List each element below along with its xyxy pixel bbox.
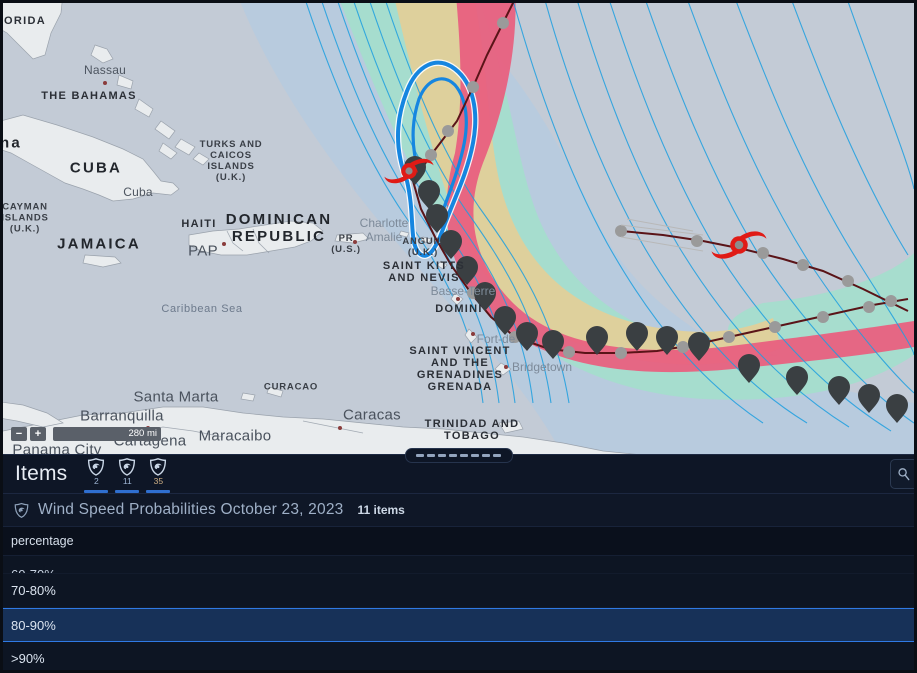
hurricane-shield-icon [88, 458, 105, 476]
row-percentage-label: >90% [11, 651, 45, 666]
map-scale-bar: 280 mi [53, 427, 161, 441]
hurricane-shield-icon [14, 502, 29, 518]
row-percentage-label: 80-90% [11, 617, 56, 633]
search-button[interactable] [890, 459, 914, 489]
dot-caracas [338, 426, 342, 430]
map-canvas [3, 3, 914, 455]
tab-hurricane-2[interactable]: 2 [81, 455, 111, 493]
layer-group-row[interactable]: Wind Speed Probabilities October 23, 202… [3, 494, 914, 527]
table-row[interactable]: >90% [3, 642, 914, 670]
column-header-percentage: percentage [11, 534, 74, 548]
dot-pap [222, 242, 226, 246]
table-row[interactable]: 70-80% [3, 574, 914, 608]
panel-resize-handle[interactable] [404, 448, 513, 463]
tab-active-indicator [84, 490, 109, 493]
zoom-out-button[interactable]: − [11, 427, 27, 441]
dot-fort-de-france [471, 332, 475, 336]
tab-active-indicator [146, 490, 171, 493]
row-percentage-label: 70-80% [11, 583, 56, 598]
panel-title: Items [15, 462, 68, 485]
items-panel: Items 2 11 35 Wind Speed Probabilities Oct… [3, 448, 914, 670]
dot-charlotte-amalie [353, 240, 357, 244]
map-zoom-controls[interactable]: − + [11, 427, 46, 441]
table-row[interactable]: 80-90% [3, 608, 914, 642]
row-percentage-label: 60-70% [11, 567, 56, 573]
tab-count: 11 [122, 476, 132, 486]
tab-hurricane-11[interactable]: 11 [112, 455, 142, 493]
zoom-in-button[interactable]: + [30, 427, 46, 441]
application-window: ORIDANassauTHE BAHAMASnaCUBACubaTURKS AN… [0, 0, 917, 673]
tab-active-indicator [115, 490, 140, 493]
dot-bridgetown [504, 365, 508, 369]
hurricane-shield-icon [119, 458, 136, 476]
dot-basse-terre [456, 297, 460, 301]
map-view[interactable]: ORIDANassauTHE BAHAMASnaCUBACubaTURKS AN… [3, 3, 914, 455]
layer-group-label: Wind Speed Probabilities October 23, 202… [38, 501, 344, 518]
tab-count: 2 [93, 476, 99, 486]
items-list[interactable]: 60-70% 70-80% 80-90% >90% [3, 556, 914, 670]
search-icon [898, 468, 910, 481]
tab-hurricane-35[interactable]: 35 [143, 455, 173, 493]
layer-group-count: 11 items [357, 503, 405, 517]
dot-nassau [103, 81, 107, 85]
panel-tabs[interactable]: 2 11 35 [81, 455, 174, 493]
table-row[interactable]: 60-70% [3, 556, 914, 574]
hurricane-shield-icon [150, 458, 167, 476]
column-header-row[interactable]: percentage [3, 527, 914, 556]
tab-count: 35 [153, 476, 164, 486]
